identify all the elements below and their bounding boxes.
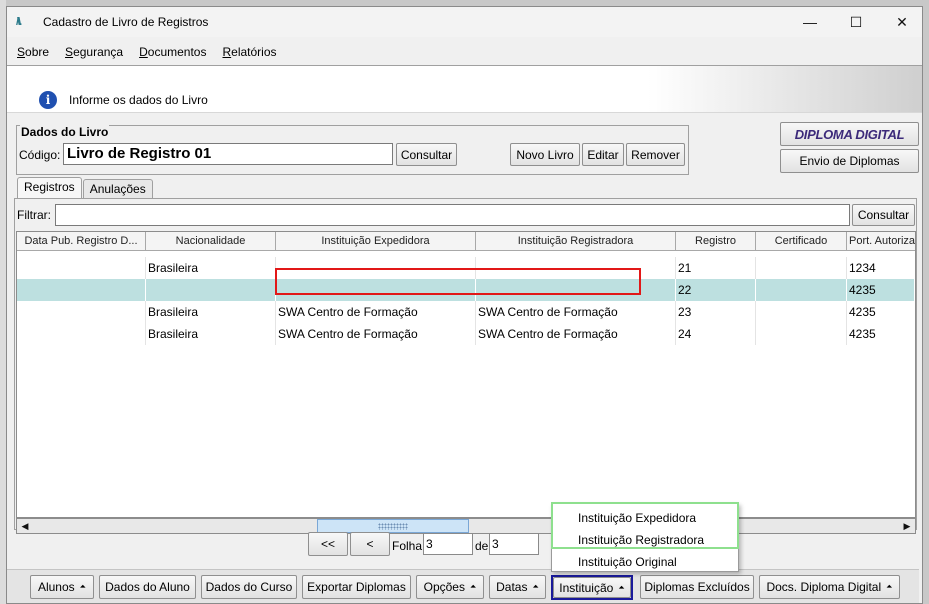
exportar-diplomas-button[interactable]: Exportar Diplomas — [302, 575, 411, 599]
dados-livro-legend: Dados do Livro — [20, 125, 110, 139]
table-row[interactable]: Brasileira SWA Centro de Formação SWA Ce… — [17, 323, 915, 345]
col-header-inst-expedidora[interactable]: Instituição Expedidora — [276, 232, 476, 251]
docs-diploma-digital-label: Docs. Diploma Digital — [766, 580, 882, 594]
opcoes-button[interactable]: Opções ⏶ — [416, 575, 484, 599]
caret-up-icon: ⏶ — [469, 582, 477, 591]
caret-up-icon: ⏶ — [532, 582, 539, 591]
cell-nacionalidade: Brasileira — [146, 257, 276, 279]
cell-data-pub — [17, 323, 146, 345]
cell-port-autorizacao: 1234 — [847, 257, 915, 279]
diplomas-excluidos-button[interactable]: Diplomas Excluídos — [640, 575, 754, 599]
tab-anulacoes[interactable]: Anulações — [82, 179, 153, 198]
info-icon: i — [39, 91, 57, 109]
folha-input[interactable]: 3 — [423, 533, 473, 555]
total-pages-field: 3 — [489, 533, 539, 555]
info-text: Informe os dados do Livro — [69, 93, 208, 107]
title-bar: /\\. Cadastro de Livro de Registros — ☐ … — [7, 7, 922, 37]
menu-seguranca[interactable]: Segurança — [65, 45, 123, 59]
editar-button[interactable]: Editar — [582, 143, 624, 166]
horizontal-scrollbar[interactable]: ◀ ▶ — [16, 518, 916, 534]
cell-certificado — [756, 323, 847, 345]
envio-diplomas-button[interactable]: Envio de Diplomas — [780, 149, 919, 173]
cell-inst-registradora: SWA Centro de Formação — [476, 301, 676, 323]
cell-inst-expedidora: SWA Centro de Formação — [276, 301, 476, 323]
codigo-input[interactable]: Livro de Registro 01 — [63, 143, 393, 165]
folha-label: Folha — [392, 539, 423, 553]
caret-up-icon: ⏶ — [79, 582, 87, 591]
minimize-button[interactable]: — — [787, 7, 833, 37]
diploma-digital-button[interactable]: DIPLOMA DIGITAL — [780, 122, 919, 146]
consultar-livro-button[interactable]: Consultar — [396, 143, 457, 166]
datas-label: Datas — [496, 580, 528, 594]
prev-page-button[interactable]: < — [350, 532, 390, 556]
cell-data-pub — [17, 301, 146, 323]
cell-certificado — [756, 301, 847, 323]
filtrar-label: Filtrar: — [17, 208, 51, 222]
cell-certificado — [756, 257, 847, 279]
close-button[interactable]: ✕ — [879, 7, 925, 37]
alunos-button[interactable]: Alunos ⏶ — [30, 575, 94, 599]
window-title: Cadastro de Livro de Registros — [43, 15, 209, 29]
col-header-port-autorizacao[interactable]: Port. Autorizaç — [847, 232, 915, 251]
cell-registro: 24 — [676, 323, 756, 345]
menu-item-inst-original[interactable]: Instituição Original — [578, 555, 677, 569]
info-panel: i Informe os dados do Livro — [7, 65, 922, 113]
tab-strip: Registros Anulações — [17, 177, 154, 199]
novo-livro-button[interactable]: Novo Livro — [510, 143, 580, 166]
cell-certificado — [756, 279, 847, 301]
cell-port-autorizacao: 4235 — [847, 323, 915, 345]
app-logo-icon: /\\. — [16, 16, 22, 28]
annotation-red-box — [275, 268, 641, 295]
first-page-button[interactable]: << — [308, 532, 348, 556]
menu-sobre[interactable]: Sobre — [17, 45, 49, 59]
cell-port-autorizacao: 4235 — [847, 301, 915, 323]
menu-documentos[interactable]: Documentos — [139, 45, 206, 59]
diploma-digital-logo: DIPLOMA DIGITAL — [794, 126, 905, 142]
cell-inst-expedidora: SWA Centro de Formação — [276, 323, 476, 345]
menu-bar: Sobre Segurança Documentos Relatórios — [7, 39, 922, 65]
scroll-right-icon[interactable]: ▶ — [899, 519, 915, 533]
cell-nacionalidade: Brasileira — [146, 323, 276, 345]
cell-inst-registradora: SWA Centro de Formação — [476, 323, 676, 345]
col-header-nacionalidade[interactable]: Nacionalidade — [146, 232, 276, 251]
dados-aluno-button[interactable]: Dados do Aluno — [99, 575, 196, 599]
grid-header: Data Pub. Registro D... Nacionalidade In… — [17, 232, 915, 251]
main-window: /\\. Cadastro de Livro de Registros — ☐ … — [6, 6, 923, 604]
cell-nacionalidade — [146, 279, 276, 301]
scrollbar-thumb[interactable] — [317, 519, 469, 533]
annotation-green-box — [551, 502, 739, 549]
col-header-inst-registradora[interactable]: Instituição Registradora — [476, 232, 676, 251]
remover-button[interactable]: Remover — [626, 143, 685, 166]
docs-diploma-digital-button[interactable]: Docs. Diploma Digital ⏶ — [759, 575, 900, 599]
cell-port-autorizacao: 4235 — [847, 279, 915, 301]
scroll-left-icon[interactable]: ◀ — [17, 519, 33, 533]
col-header-data-pub[interactable]: Data Pub. Registro D... — [17, 232, 146, 251]
cell-registro: 22 — [676, 279, 756, 301]
datas-button[interactable]: Datas ⏶ — [489, 575, 546, 599]
codigo-label: Código: — [19, 148, 61, 162]
opcoes-label: Opções — [423, 580, 465, 594]
grip-icon — [378, 523, 408, 530]
de-label: de — [475, 539, 489, 553]
consultar-filtro-button[interactable]: Consultar — [852, 204, 915, 226]
cell-registro: 21 — [676, 257, 756, 279]
col-header-registro[interactable]: Registro — [676, 232, 756, 251]
tab-registros[interactable]: Registros — [17, 177, 82, 198]
menu-relatorios[interactable]: Relatórios — [222, 45, 276, 59]
col-header-certificado[interactable]: Certificado — [756, 232, 847, 251]
instituicao-highlight — [551, 575, 633, 600]
alunos-label: Alunos — [37, 580, 75, 594]
table-row[interactable]: Brasileira SWA Centro de Formação SWA Ce… — [17, 301, 915, 323]
cell-registro: 23 — [676, 301, 756, 323]
cell-data-pub — [17, 257, 146, 279]
filtrar-input[interactable] — [55, 204, 850, 226]
dados-curso-button[interactable]: Dados do Curso — [201, 575, 297, 599]
cell-data-pub — [17, 279, 146, 301]
maximize-button[interactable]: ☐ — [833, 7, 879, 37]
cell-nacionalidade: Brasileira — [146, 301, 276, 323]
caret-up-icon: ⏶ — [886, 582, 893, 591]
